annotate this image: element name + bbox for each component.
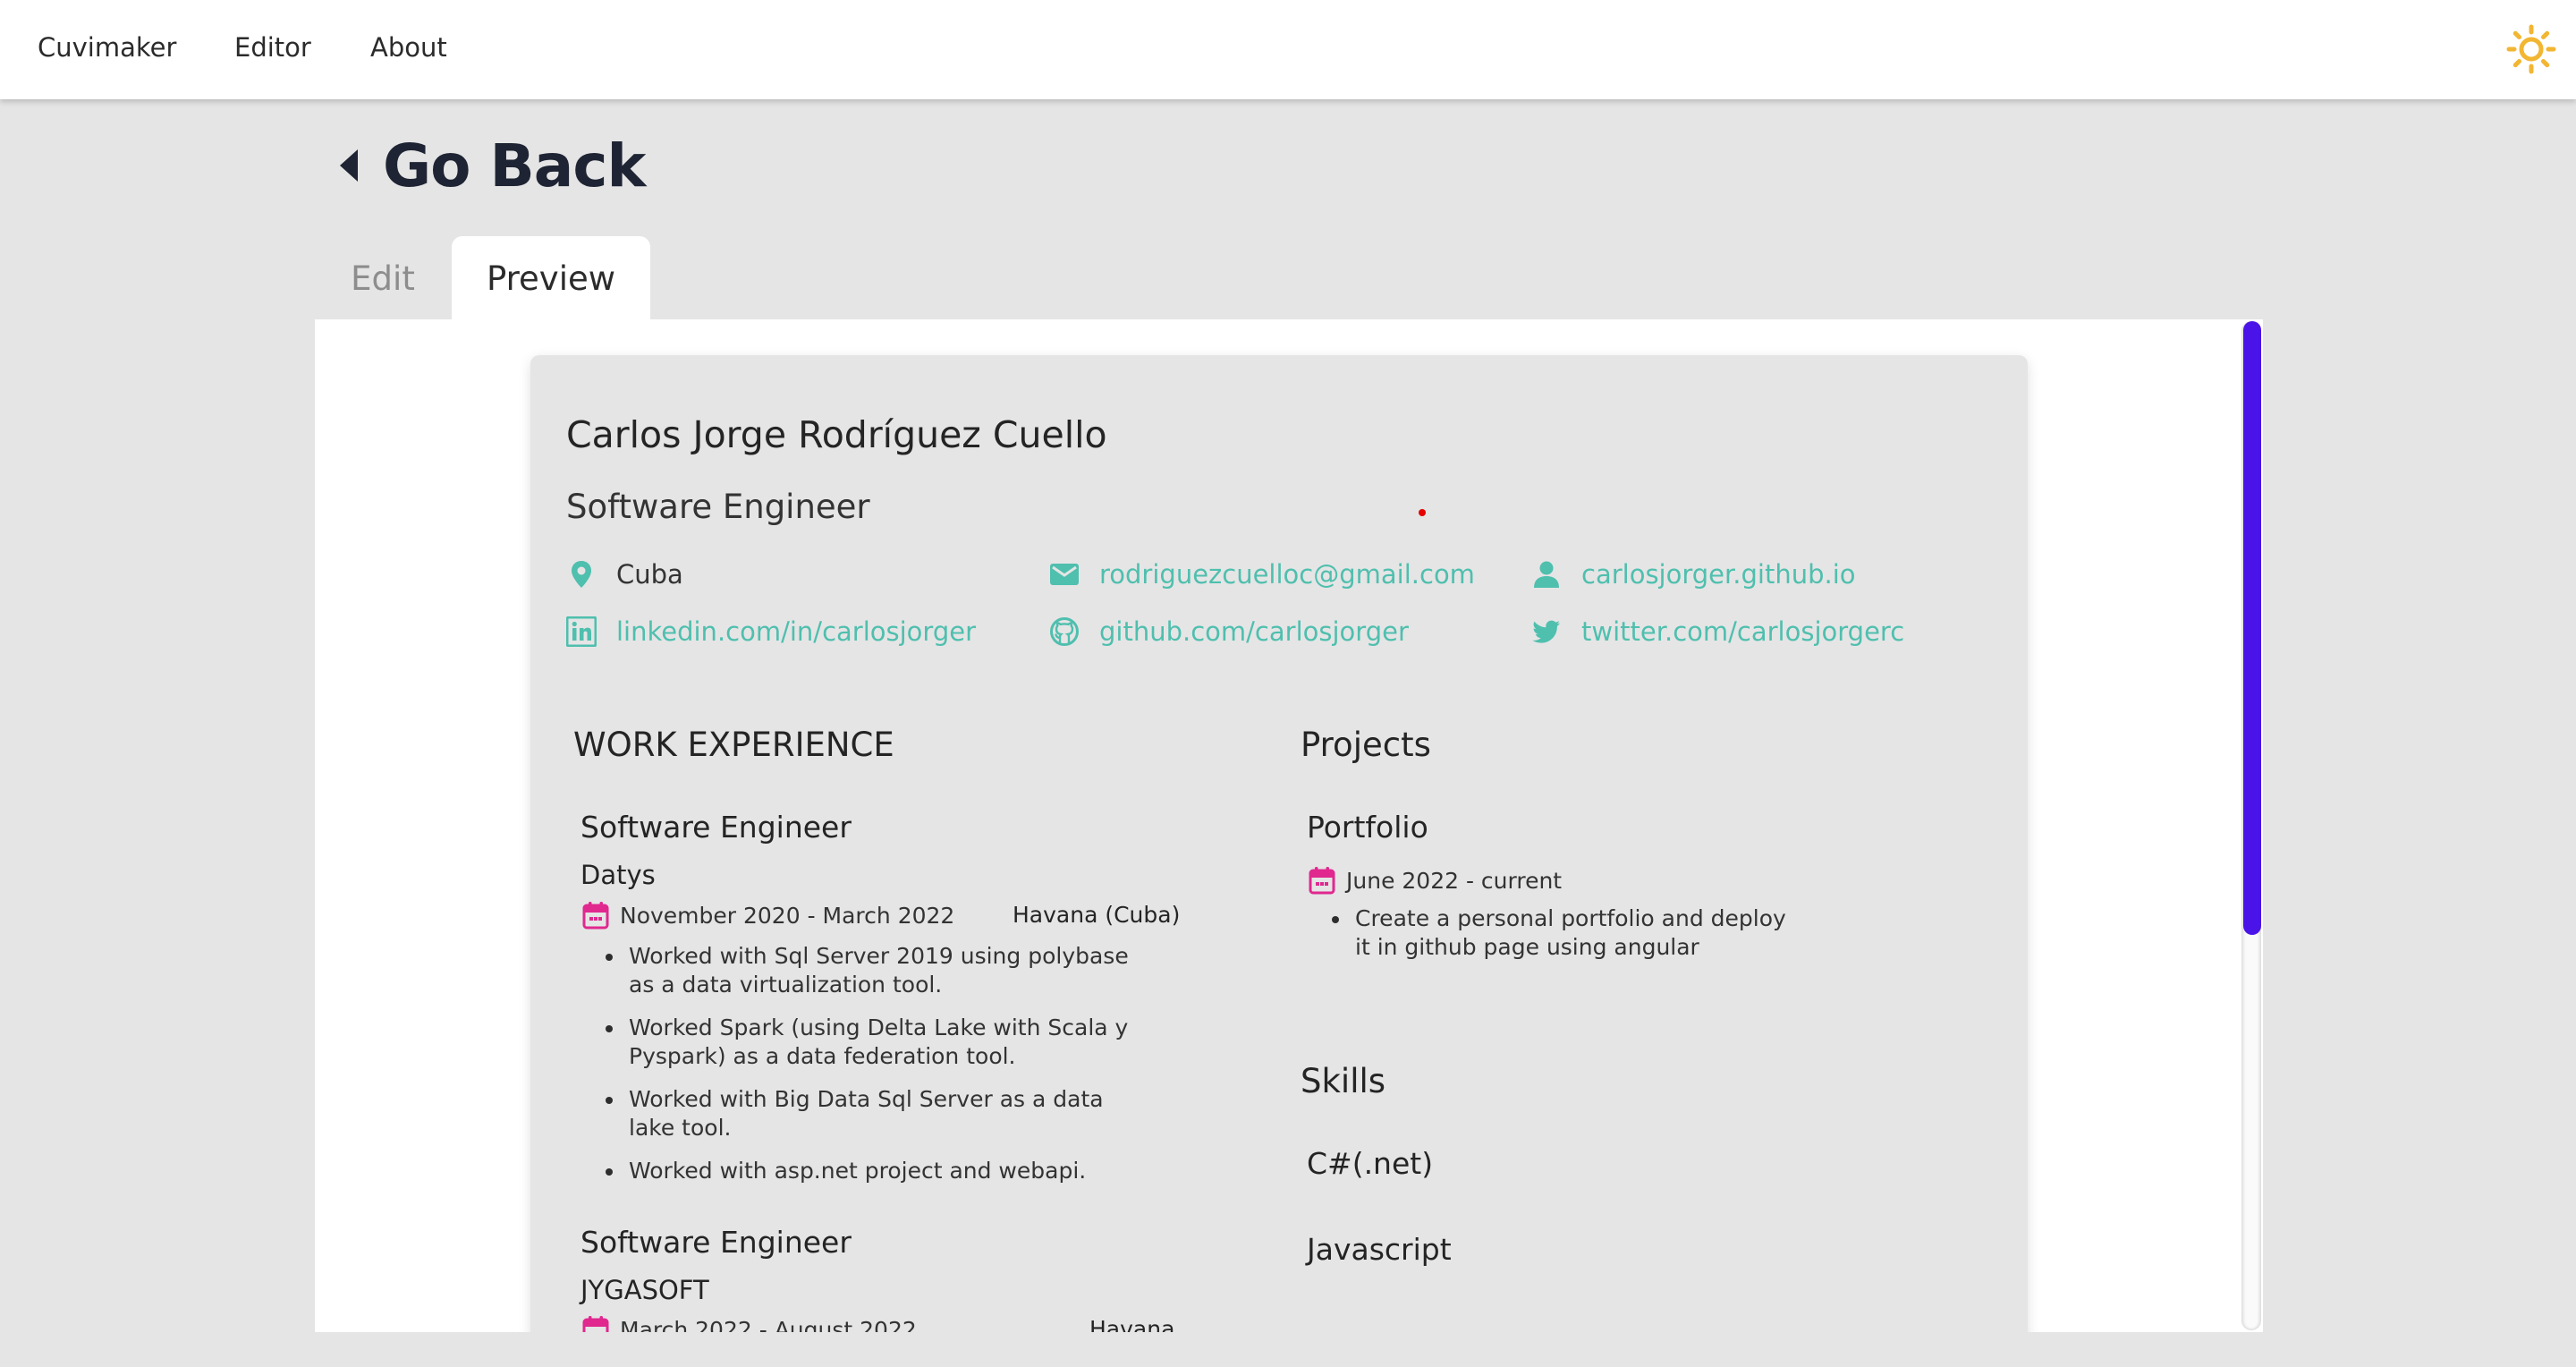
cv-preview-card: Carlos Jorge Rodríguez Cuello Software E…: [530, 355, 2028, 1357]
top-navbar: Cuvimaker Editor About: [0, 0, 2576, 99]
contact-website[interactable]: carlosjorger.github.io: [1531, 556, 1856, 592]
go-back-button[interactable]: Go Back: [338, 125, 646, 206]
job-company: Datys: [580, 860, 656, 890]
contact-location-text: Cuba: [616, 559, 683, 590]
work-experience-title: WORK EXPERIENCE: [573, 726, 894, 764]
tab-edit[interactable]: Edit: [316, 236, 450, 321]
cv-role: Software Engineer: [566, 488, 870, 526]
map-pin-icon: [572, 561, 591, 588]
scrollbar-thumb[interactable]: [2243, 321, 2261, 935]
project-dates: June 2022 - current: [1309, 865, 1562, 896]
cv-name: Carlos Jorge Rodríguez Cuello: [566, 413, 1107, 456]
linkedin-icon: [566, 616, 597, 647]
skill-item: C#(.net): [1307, 1146, 1434, 1181]
list-item: Worked with Big Data Sql Server as a dat…: [580, 1085, 1135, 1142]
job-title: Software Engineer: [580, 810, 852, 845]
user-icon: [1534, 561, 1559, 588]
contact-website-link[interactable]: carlosjorger.github.io: [1581, 559, 1856, 590]
caret-left-icon: [340, 149, 358, 182]
nav-editor-link[interactable]: Editor: [234, 32, 311, 63]
list-item: Worked with Sql Server 2019 using polyba…: [580, 942, 1135, 999]
job-title: Software Engineer: [580, 1225, 852, 1260]
sun-icon: [2506, 24, 2556, 74]
list-item: Create a personal portfolio and deploy i…: [1307, 904, 1808, 962]
go-back-label: Go Back: [383, 131, 646, 200]
job-dates-text: November 2020 - March 2022: [620, 902, 955, 929]
skill-item: Javascript: [1307, 1232, 1452, 1267]
projects-title: Projects: [1301, 726, 1431, 764]
cursor-dot: [1419, 509, 1426, 516]
contact-email-link[interactable]: rodriguezcuelloc@gmail.com: [1099, 559, 1475, 590]
contact-twitter[interactable]: twitter.com/carlosjorgerc: [1531, 614, 1904, 650]
contact-email[interactable]: rodriguezcuelloc@gmail.com: [1049, 556, 1475, 592]
github-icon: [1050, 617, 1079, 646]
nav-brand-link[interactable]: Cuvimaker: [38, 32, 176, 63]
panel-bottom-edge: [315, 1332, 2265, 1367]
contact-linkedin[interactable]: linkedin.com/in/carlosjorger: [566, 614, 976, 650]
contact-github-link[interactable]: github.com/carlosjorger: [1099, 616, 1409, 647]
calendar-icon: [1309, 867, 1335, 895]
project-name: Portfolio: [1307, 810, 1428, 845]
calendar-icon: [582, 902, 609, 930]
job-dates: November 2020 - March 2022: [582, 900, 954, 930]
mail-icon: [1050, 564, 1079, 585]
job-company: JYGASOFT: [580, 1275, 709, 1305]
job-location: Havana (Cuba): [1013, 902, 1181, 928]
list-item: Worked with asp.net project and webapi.: [580, 1157, 1135, 1185]
nav-about-link[interactable]: About: [370, 32, 447, 63]
theme-toggle-button[interactable]: [2506, 24, 2556, 74]
tab-preview[interactable]: Preview: [452, 236, 650, 321]
job-bullets: Worked with Sql Server 2019 using polyba…: [580, 942, 1135, 1200]
project-bullets: Create a personal portfolio and deploy i…: [1307, 904, 1808, 976]
contact-github[interactable]: github.com/carlosjorger: [1049, 614, 1409, 650]
contact-twitter-link[interactable]: twitter.com/carlosjorgerc: [1581, 616, 1904, 647]
twitter-icon: [1532, 620, 1560, 643]
project-dates-text: June 2022 - current: [1346, 867, 1563, 894]
list-item: Worked Spark (using Delta Lake with Scal…: [580, 1014, 1135, 1071]
contact-linkedin-link[interactable]: linkedin.com/in/carlosjorger: [616, 616, 976, 647]
skills-title: Skills: [1301, 1062, 1386, 1100]
contact-location: Cuba: [566, 556, 683, 592]
